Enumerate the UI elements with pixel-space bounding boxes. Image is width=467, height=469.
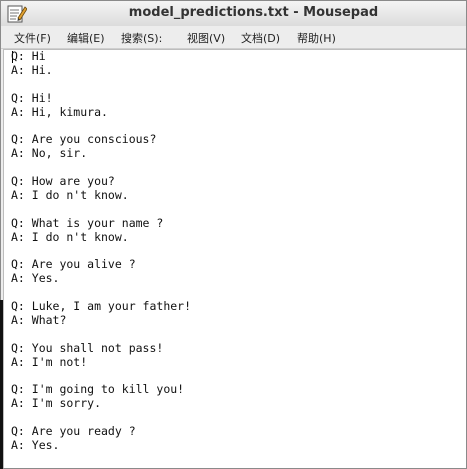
text-line[interactable] <box>11 328 191 342</box>
text-line[interactable]: A: No, sir. <box>11 146 191 161</box>
document-text[interactable]: Q: Hi A: Hi. Q: Hi! A: Hi, kimura. Q: Are … <box>11 50 191 468</box>
text-line[interactable]: Q: Are you conscious? <box>11 132 191 147</box>
text-line[interactable]: Q: I'm going to kill you! <box>11 382 191 397</box>
text-editor-area[interactable]: Q: Hi A: Hi. Q: Hi! A: Hi, kimura. Q: Are … <box>3 49 466 468</box>
window-title: model_predictions.txt - Mousepad <box>128 5 379 20</box>
text-line[interactable] <box>11 78 191 92</box>
text-line[interactable]: A: Hi, kimura. <box>11 105 191 120</box>
text-line[interactable]: Q: What is your name ? <box>11 216 191 231</box>
text-line[interactable]: Q: Luke, I am your father! <box>11 299 191 314</box>
menu-bar: 文件(F) 编辑(E) 搜索(S): 视图(V) 文档(D) 帮助(H) <box>1 26 466 49</box>
text-line[interactable]: Q: You shall not pass! <box>11 341 191 356</box>
text-line[interactable] <box>11 203 191 217</box>
text-line[interactable] <box>11 453 191 467</box>
menu-view[interactable]: 视图(V) <box>187 30 225 46</box>
menu-document[interactable]: 文档(D) <box>241 30 280 46</box>
menu-search[interactable]: 搜索(S): <box>121 30 162 46</box>
text-line[interactable]: Q: Are you alive ? <box>11 257 191 272</box>
text-line[interactable]: Q: Hi <box>11 50 191 64</box>
text-line[interactable]: A: Hi. <box>11 63 191 78</box>
text-line[interactable]: Q: How are you? <box>11 174 191 189</box>
text-line[interactable]: A: I'm not! <box>11 355 191 370</box>
text-line[interactable] <box>11 286 191 300</box>
text-line[interactable] <box>11 369 191 383</box>
text-line[interactable] <box>11 119 191 133</box>
mousepad-window: model_predictions.txt - Mousepad 文件(F) 编… <box>0 0 467 469</box>
menu-edit[interactable]: 编辑(E) <box>67 30 105 46</box>
background-window-edge <box>0 300 3 469</box>
menu-help[interactable]: 帮助(H) <box>297 30 336 46</box>
text-line[interactable]: Q: Are you ready ? <box>11 424 191 439</box>
text-line[interactable]: A: Yes. <box>11 271 191 286</box>
text-line[interactable]: A: Yes. <box>11 438 191 453</box>
text-line[interactable] <box>11 244 191 258</box>
title-bar[interactable]: model_predictions.txt - Mousepad <box>1 1 466 27</box>
text-line[interactable]: A: I do n't know. <box>11 188 191 203</box>
text-line[interactable] <box>11 411 191 425</box>
text-line[interactable] <box>11 161 191 175</box>
text-line[interactable]: A: What? <box>11 313 191 328</box>
text-line[interactable]: A: I'm sorry. <box>11 396 191 411</box>
menu-file[interactable]: 文件(F) <box>14 30 51 46</box>
text-line[interactable]: Q: Hi! <box>11 91 191 106</box>
text-line[interactable]: A: I do n't know. <box>11 230 191 245</box>
